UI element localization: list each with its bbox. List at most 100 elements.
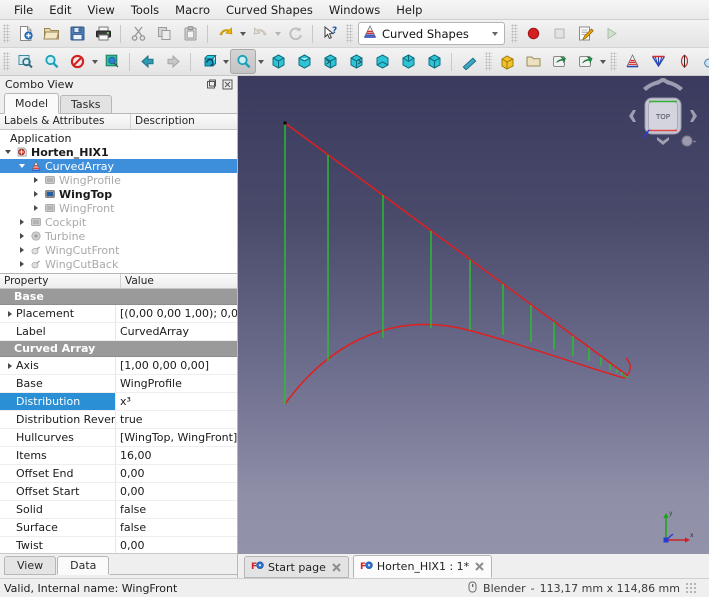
view-bottom-icon[interactable] xyxy=(369,49,395,74)
redo-dropdown-icon[interactable] xyxy=(273,22,282,45)
view-rear-icon[interactable] xyxy=(343,49,369,74)
approximate-icon[interactable] xyxy=(697,49,709,74)
tree-item-wingprofile[interactable]: WingProfile xyxy=(0,173,237,187)
segment-surface-icon[interactable] xyxy=(671,49,697,74)
property-value[interactable]: [(0,00 0,00 1,00); 0,0... xyxy=(116,305,237,322)
menu-item-help[interactable]: Help xyxy=(388,1,430,19)
expand-arrow-icon[interactable] xyxy=(30,187,42,201)
property-value[interactable]: 16,00 xyxy=(116,447,237,464)
part-box-icon[interactable] xyxy=(494,49,520,74)
undock-icon[interactable] xyxy=(205,78,218,91)
property-value[interactable]: CurvedArray xyxy=(116,323,237,340)
toolbar-grip[interactable] xyxy=(3,24,10,43)
property-value[interactable]: [1,00 0,00 0,00] xyxy=(116,357,237,374)
close-icon[interactable] xyxy=(221,78,234,91)
isometric-dropdown-icon[interactable] xyxy=(221,50,230,73)
expand-arrow-icon[interactable] xyxy=(4,305,16,322)
select-box-icon[interactable] xyxy=(99,49,125,74)
property-row-base[interactable]: Base WingProfile xyxy=(0,375,237,393)
property-value[interactable]: 0,00 xyxy=(116,537,237,553)
tree-item-wingfront[interactable]: WingFront xyxy=(0,201,237,215)
property-value[interactable]: [WingTop, WingFront] xyxy=(116,429,237,446)
tab-tasks[interactable]: Tasks xyxy=(60,95,112,113)
toolbar-grip[interactable] xyxy=(346,24,353,43)
fit-selection-icon[interactable] xyxy=(38,49,64,74)
open-document-icon[interactable] xyxy=(38,21,64,46)
close-icon[interactable] xyxy=(473,560,486,573)
tab-view[interactable]: View xyxy=(4,556,57,575)
draw-style-dropdown-icon[interactable] xyxy=(90,50,99,73)
expand-arrow-icon[interactable] xyxy=(16,257,28,271)
tree-item-horten-hix1[interactable]: Horten_HIX1 xyxy=(0,145,237,159)
resize-grip[interactable] xyxy=(685,582,697,594)
property-row-distribution[interactable]: Distribution x³ xyxy=(0,393,237,411)
close-icon[interactable] xyxy=(330,561,343,574)
menu-item-macro[interactable]: Macro xyxy=(167,1,218,19)
forward-arrow-icon[interactable] xyxy=(160,49,186,74)
draw-style-icon[interactable] xyxy=(64,49,90,74)
macro-edit-icon[interactable] xyxy=(572,21,598,46)
undo-dropdown-icon[interactable] xyxy=(238,22,247,45)
view3d-canvas[interactable]: TOP y x xyxy=(238,76,709,554)
property-value[interactable]: x³ xyxy=(116,393,237,410)
property-row-items[interactable]: Items 16,00 xyxy=(0,447,237,465)
print-icon[interactable] xyxy=(90,21,116,46)
property-value[interactable]: true xyxy=(116,411,237,428)
macro-stop-icon[interactable] xyxy=(546,21,572,46)
view-left-icon[interactable] xyxy=(395,49,421,74)
menu-item-tools[interactable]: Tools xyxy=(123,1,167,19)
property-table[interactable]: Base Placement [(0,00 0,00 1,00); 0,0...… xyxy=(0,289,237,553)
toolbar-grip[interactable] xyxy=(610,52,617,71)
paste-icon[interactable] xyxy=(177,21,203,46)
refresh-icon[interactable] xyxy=(282,21,308,46)
expand-arrow-icon[interactable] xyxy=(2,145,14,159)
measure-icon[interactable] xyxy=(456,49,482,74)
tree-item-wingcutfront[interactable]: WingCutFront xyxy=(0,243,237,257)
model-tree[interactable]: Application Horten_HIX1 CurvedArray Wing… xyxy=(0,130,237,274)
chevron-down-icon[interactable] xyxy=(488,31,502,36)
menu-item-file[interactable]: File xyxy=(6,1,41,19)
property-value[interactable]: 0,00 xyxy=(116,483,237,500)
view-right-icon[interactable] xyxy=(317,49,343,74)
expand-arrow-icon[interactable] xyxy=(16,159,28,173)
property-value[interactable]: false xyxy=(116,519,237,536)
fit-all-icon[interactable] xyxy=(12,49,38,74)
document-tab-start-page[interactable]: F Start page xyxy=(244,556,349,578)
tree-item-curvedarray[interactable]: CurvedArray xyxy=(0,159,237,173)
macro-execute-icon[interactable] xyxy=(598,21,624,46)
property-row-offset-end[interactable]: Offset End 0,00 xyxy=(0,465,237,483)
tree-item-turbine[interactable]: Turbine xyxy=(0,229,237,243)
toolbar-grip[interactable] xyxy=(485,52,492,71)
toolbar-grip[interactable] xyxy=(3,52,10,71)
property-value[interactable]: WingProfile xyxy=(116,375,237,392)
tab-data[interactable]: Data xyxy=(57,556,110,575)
expand-arrow-icon[interactable] xyxy=(4,357,16,374)
menu-item-curved-shapes[interactable]: Curved Shapes xyxy=(218,1,321,19)
tree-item-wingtop[interactable]: WingTop xyxy=(0,187,237,201)
property-value[interactable]: false xyxy=(116,501,237,518)
expand-arrow-icon[interactable] xyxy=(16,215,28,229)
tree-item-cockpit[interactable]: Cockpit xyxy=(0,215,237,229)
property-row-solid[interactable]: Solid false xyxy=(0,501,237,519)
whats-this-icon[interactable]: ? xyxy=(317,21,343,46)
tree-item-application[interactable]: Application xyxy=(0,131,237,145)
link-actions-dropdown-icon[interactable] xyxy=(598,50,607,73)
link-actions-icon[interactable] xyxy=(572,49,598,74)
document-tab-horten-hix1[interactable]: F Horten_HIX1 : 1* xyxy=(352,555,493,578)
navigation-cube[interactable]: TOP xyxy=(627,77,699,154)
macro-record-icon[interactable] xyxy=(520,21,546,46)
menu-item-view[interactable]: View xyxy=(80,1,123,19)
menu-item-windows[interactable]: Windows xyxy=(321,1,388,19)
property-row-hullcurves[interactable]: Hullcurves [WingTop, WingFront] xyxy=(0,429,237,447)
redo-icon[interactable] xyxy=(247,21,273,46)
view-front-icon[interactable] xyxy=(265,49,291,74)
property-row-label[interactable]: Label CurvedArray xyxy=(0,323,237,341)
view-iso-icon[interactable] xyxy=(421,49,447,74)
property-row-surface[interactable]: Surface false xyxy=(0,519,237,537)
cut-icon[interactable] xyxy=(125,21,151,46)
interpolation-surface-icon[interactable] xyxy=(645,49,671,74)
navigation-icon[interactable] xyxy=(467,581,478,596)
zoom-dropdown-icon[interactable] xyxy=(256,50,265,73)
tree-item-wingcutback[interactable]: WingCutBack xyxy=(0,257,237,271)
menu-item-edit[interactable]: Edit xyxy=(41,1,79,19)
